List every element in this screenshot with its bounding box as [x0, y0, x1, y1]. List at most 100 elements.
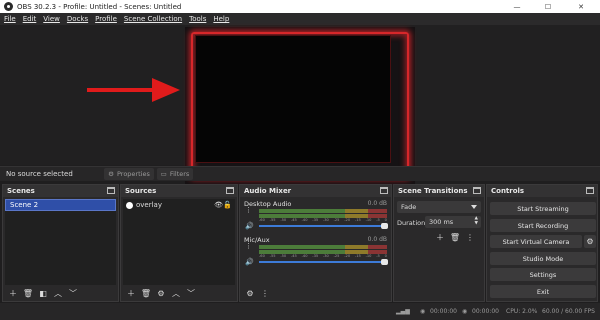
menu-file[interactable]: File [4, 15, 16, 23]
channel-db: 0.0 dB [367, 236, 387, 243]
filter-icon: ▭ [160, 170, 167, 178]
duration-label: Duration [397, 219, 426, 227]
properties-label: Properties [116, 170, 150, 178]
menu-profile[interactable]: Profile [95, 15, 117, 23]
scenes-toolbar: ＋ 🗑 ◧ ︿ ﹀ [3, 285, 118, 301]
add-icon[interactable]: ＋ [434, 231, 446, 243]
filters-button[interactable]: ▭ Filters [157, 168, 193, 180]
source-item[interactable]: overlay 👁 🔓 [123, 199, 235, 211]
menu-tools[interactable]: Tools [189, 15, 206, 23]
speaker-icon[interactable]: 🔊 [245, 258, 254, 266]
start-virtual-camera-button[interactable]: Start Virtual Camera [490, 235, 582, 248]
scene-filters-icon[interactable]: ◧ [37, 287, 49, 299]
kebab-menu-icon[interactable]: ⋮ [464, 231, 476, 243]
obs-logo-icon [4, 2, 13, 11]
transitions-header: Scene Transitions [394, 185, 484, 197]
maximize-button[interactable]: ☐ [533, 0, 563, 13]
undock-icon[interactable] [226, 187, 234, 194]
status-bar: ▂▄▆ ◉ 00:00:00 ◉ 00:00:00 CPU: 2.0% 60.0… [0, 303, 600, 320]
no-source-label: No source selected [6, 170, 73, 178]
move-up-icon[interactable]: ︿ [170, 287, 182, 299]
controls-title: Controls [491, 187, 525, 195]
menu-help[interactable]: Help [213, 15, 229, 23]
speaker-icon[interactable]: 🔊 [245, 222, 254, 230]
move-down-icon[interactable]: ﹀ [67, 287, 79, 299]
signal-bars-icon: ▂▄▆ [396, 308, 410, 315]
start-streaming-button[interactable]: Start Streaming [490, 202, 596, 215]
sources-title: Sources [125, 187, 157, 195]
spinner-arrows-icon[interactable]: ▲ ▼ [475, 216, 478, 226]
sources-header: Sources [121, 185, 237, 197]
sources-toolbar: ＋ 🗑 ⚙ ︿ ﹀ [121, 285, 237, 301]
transition-select[interactable]: Fade [397, 201, 481, 213]
lock-icon[interactable]: 🔓 [223, 201, 232, 209]
record-status-icon: ◉ [420, 308, 426, 315]
window-titlebar: OBS 30.2.3 - Profile: Untitled - Scenes:… [0, 0, 600, 13]
mixer-channel-desktop-audio: Desktop Audio 0.0 dB ⋮ -60 -55 -50 -45 -40 -3… [243, 200, 389, 235]
transitions-toolbar: ＋ 🗑 ⋮ [434, 231, 479, 243]
volume-slider[interactable] [259, 223, 388, 229]
kebab-menu-icon[interactable]: ⋮ [259, 287, 271, 299]
fps-readout: 60.00 / 60.00 FPS [542, 308, 595, 315]
minimize-button[interactable]: — [502, 0, 532, 13]
controls-header: Controls [487, 185, 597, 197]
settings-button[interactable]: Settings [490, 268, 596, 281]
browser-source-icon [126, 201, 133, 209]
sources-list: overlay 👁 🔓 [123, 199, 235, 285]
trash-icon[interactable]: 🗑 [22, 287, 34, 299]
stream-status-icon: ◉ [462, 308, 468, 315]
transition-selected: Fade [401, 203, 417, 211]
virtual-camera-gear-icon[interactable]: ⚙ [584, 235, 596, 248]
advanced-audio-gear-icon[interactable]: ⚙ [244, 287, 256, 299]
visibility-eye-icon[interactable]: 👁 [214, 201, 223, 209]
menu-view[interactable]: View [43, 15, 60, 23]
source-toolbar: No source selected ⚙ Properties ▭ Filter… [0, 166, 600, 181]
add-icon[interactable]: ＋ [125, 287, 137, 299]
stream-time: 00:00:00 [472, 308, 499, 315]
start-recording-button[interactable]: Start Recording [490, 219, 596, 232]
move-down-icon[interactable]: ﹀ [185, 287, 197, 299]
gear-icon: ⚙ [108, 170, 114, 178]
red-arrow-annotation [87, 78, 180, 102]
mixer-header: Audio Mixer [240, 185, 391, 197]
menu-scene-collection[interactable]: Scene Collection [124, 15, 182, 23]
kebab-menu-icon[interactable]: ⋮ [245, 207, 252, 217]
gear-icon[interactable]: ⚙ [155, 287, 167, 299]
undock-icon[interactable] [473, 187, 481, 194]
window-title: OBS 30.2.3 - Profile: Untitled - Scenes:… [17, 2, 182, 11]
studio-mode-button[interactable]: Studio Mode [490, 252, 596, 265]
undock-icon[interactable] [380, 187, 388, 194]
duration-value: 300 ms [429, 218, 454, 226]
undock-icon[interactable] [107, 187, 115, 194]
cpu-usage: CPU: 2.0% [506, 308, 538, 315]
volume-slider[interactable] [259, 259, 388, 265]
exit-button[interactable]: Exit [490, 285, 596, 298]
filters-label: Filters [169, 170, 190, 178]
transitions-title: Scene Transitions [398, 187, 468, 195]
sources-dock: Sources overlay 👁 🔓 ＋ 🗑 ⚙ ︿ ﹀ [120, 184, 238, 302]
menu-docks[interactable]: Docks [67, 15, 88, 23]
preview-canvas[interactable] [185, 27, 415, 184]
level-meter [259, 245, 387, 249]
meter-ticks: -60 -55 -50 -45 -40 -35 -30 -25 -20 -15 -10 -5 0 [259, 254, 387, 258]
duration-spinbox[interactable]: 300 ms ▲ ▼ [425, 216, 481, 228]
close-button[interactable]: ✕ [566, 0, 596, 13]
volume-slider-knob[interactable] [381, 223, 388, 229]
trash-icon[interactable]: 🗑 [449, 231, 461, 243]
controls-dock: Controls Start Streaming Start Recording… [486, 184, 598, 302]
record-time: 00:00:00 [430, 308, 457, 315]
menu-edit[interactable]: Edit [23, 15, 37, 23]
properties-button[interactable]: ⚙ Properties [104, 168, 154, 180]
source-label: overlay [136, 201, 162, 209]
volume-slider-knob[interactable] [381, 259, 388, 265]
scene-item[interactable]: Scene 2 [5, 199, 116, 211]
undock-icon[interactable] [586, 187, 594, 194]
kebab-menu-icon[interactable]: ⋮ [245, 243, 252, 253]
trash-icon[interactable]: 🗑 [140, 287, 152, 299]
add-icon[interactable]: ＋ [7, 287, 19, 299]
channel-db: 0.0 dB [367, 200, 387, 207]
move-up-icon[interactable]: ︿ [52, 287, 64, 299]
chevron-down-icon [471, 205, 477, 209]
preview-area[interactable] [0, 25, 600, 184]
mixer-title: Audio Mixer [244, 187, 292, 195]
